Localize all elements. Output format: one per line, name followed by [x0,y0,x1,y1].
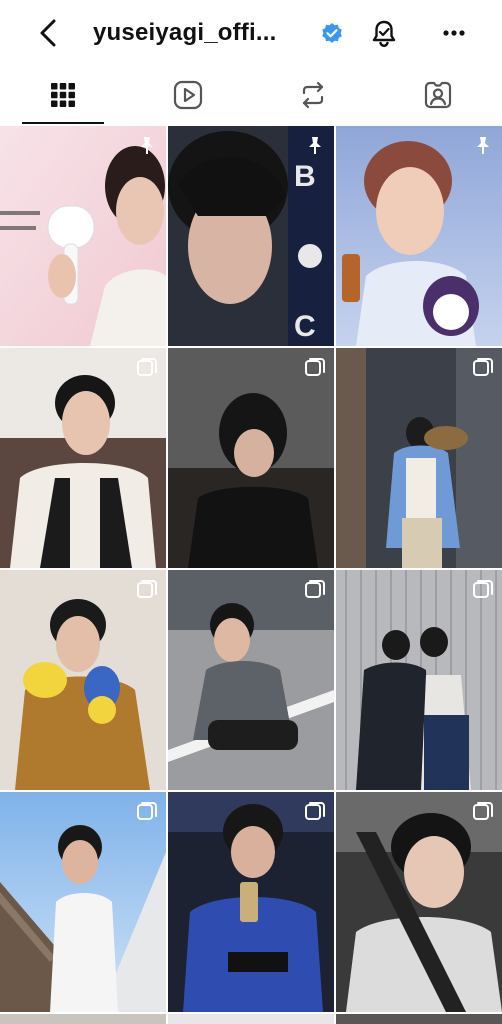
tab-posts[interactable] [0,66,125,124]
tagged-person-icon [424,81,451,109]
post-thumbnail[interactable] [168,348,334,568]
post-thumbnail[interactable] [0,792,166,1012]
tab-reels[interactable] [125,66,250,124]
carousel-icon [473,580,493,598]
carousel-icon [305,358,325,376]
post-image [336,570,502,790]
post-image [168,570,334,790]
post-thumbnail[interactable] [336,570,502,790]
post-thumbnail[interactable] [336,126,502,346]
chevron-left-icon[interactable] [34,16,64,50]
post-image: B C [168,126,334,346]
carousel-icon [305,802,325,820]
more-horizontal-icon[interactable] [438,17,470,49]
svg-text:B: B [294,160,316,193]
pin-icon [141,137,153,154]
grid-icon [50,83,75,107]
pin-icon [477,137,489,154]
post-thumbnail[interactable] [168,570,334,790]
post-image [336,126,502,346]
repost-icon [302,81,323,109]
pin-icon [309,137,321,154]
post-thumbnail[interactable] [168,1014,334,1024]
post-image [0,348,166,568]
carousel-icon [473,358,493,376]
post-image [336,792,502,1012]
post-thumbnail[interactable] [0,126,166,346]
post-image [168,348,334,568]
post-thumbnail[interactable] [336,1014,502,1024]
post-image [0,570,166,790]
post-image [336,348,502,568]
post-thumbnail[interactable] [0,1014,166,1024]
carousel-icon [473,802,493,820]
carousel-icon [305,580,325,598]
bell-icon[interactable] [368,17,400,49]
profile-tabs [0,66,502,124]
svg-text:C: C [294,310,316,343]
active-tab-indicator [22,122,104,124]
tab-reposts[interactable] [250,66,375,124]
post-image [0,792,166,1012]
post-thumbnail[interactable] [336,348,502,568]
carousel-icon [137,358,157,376]
post-thumbnail[interactable] [0,348,166,568]
profile-header: yuseiyagi_offi... [0,0,502,66]
post-thumbnail[interactable] [168,792,334,1012]
post-image [0,126,166,346]
carousel-icon [137,580,157,598]
posts-grid: B C [0,126,502,1024]
tab-tagged[interactable] [375,66,500,124]
post-thumbnail[interactable] [0,570,166,790]
post-image [168,792,334,1012]
post-thumbnail[interactable]: B C [168,126,334,346]
carousel-icon [137,802,157,820]
verified-badge-icon [322,23,342,43]
post-thumbnail[interactable] [336,792,502,1012]
profile-username: yuseiyagi_offi... [93,19,277,46]
play-icon [173,80,202,110]
